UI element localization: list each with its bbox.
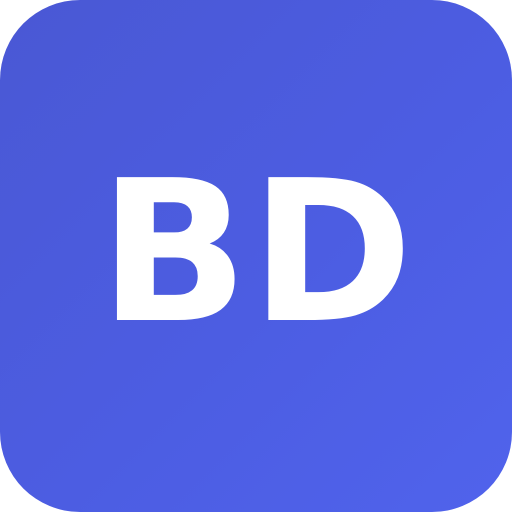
monogram-label: BD xyxy=(98,139,416,367)
app-icon[interactable]: BD xyxy=(0,0,512,512)
